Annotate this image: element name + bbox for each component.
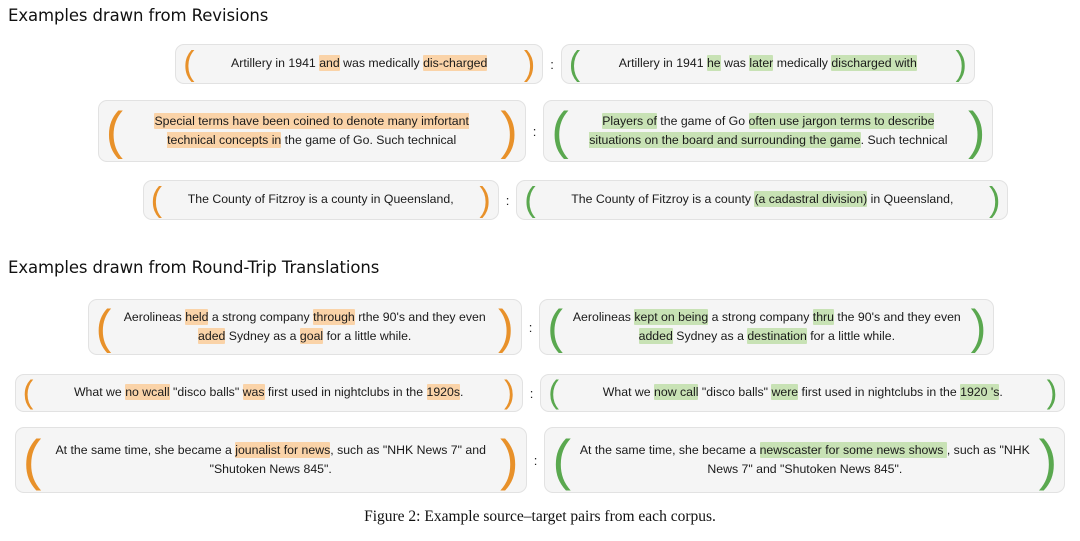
target-example-box[interactable]: ( Aerolineas kept on being a strong comp… [539, 299, 995, 355]
target-example-box[interactable]: ( Players of the game of Go often use ja… [543, 100, 994, 162]
bracket-close-icon: ) [955, 44, 967, 83]
figure-caption: Figure 2: Example source–target pairs fr… [364, 508, 716, 525]
bracket-open-icon: ( [524, 180, 536, 219]
source-text: Aerolineas held a strong company through… [123, 308, 486, 344]
bracket-open-icon: ( [551, 101, 569, 160]
pair-separator: : [532, 123, 537, 139]
target-example-box[interactable]: ( The County of Fitzroy is a county (a c… [516, 180, 1009, 220]
source-text: What we no wcall "disco balls" was first… [73, 384, 464, 401]
source-text: Artillery in 1941 and was medically dis-… [231, 55, 488, 72]
highlighted-span: newscaster for some news shows [759, 441, 947, 458]
highlighted-span: destination [747, 328, 807, 344]
highlighted-span: Players of [602, 112, 657, 129]
highlighted-span: Special terms have been coined to denote… [154, 112, 469, 148]
highlighted-span: through [313, 308, 355, 325]
example-pair-row: ( Artillery in 1941 and was medically di… [168, 44, 982, 84]
bracket-open-icon: ( [568, 44, 581, 83]
section-heading-round-trip: Examples drawn from Round-Trip Translati… [8, 258, 380, 277]
highlighted-span: 1920 's [960, 384, 1000, 401]
highlighted-span: he [706, 55, 721, 72]
source-example-box[interactable]: ( What we no wcall "disco balls" was fir… [14, 374, 523, 412]
target-text: Players of the game of Go often use jarg… [589, 112, 948, 148]
highlighted-span: held [185, 308, 209, 325]
example-pair-row: ( At the same time, she became a jounali… [12, 427, 1068, 493]
bracket-close-icon: ) [970, 300, 987, 354]
target-text: The County of Fitzroy is a county (a cad… [571, 191, 954, 208]
pair-separator: : [529, 385, 534, 401]
highlighted-span: later [749, 55, 774, 72]
bracket-open-icon: ( [22, 374, 34, 411]
source-example-box[interactable]: ( At the same time, she became a jounali… [14, 427, 527, 493]
bracket-open-icon: ( [150, 180, 163, 219]
highlighted-span: (a cadastral division) [754, 191, 868, 208]
bracket-open-icon: ( [548, 374, 559, 411]
source-example-box[interactable]: ( The County of Fitzroy is a county in Q… [142, 180, 499, 220]
bracket-open-icon: ( [552, 428, 571, 492]
target-example-box[interactable]: ( What we now call "disco balls" were fi… [540, 374, 1066, 412]
highlighted-span: goal [299, 328, 324, 344]
target-text: At the same time, she became a newscaste… [579, 441, 1030, 476]
highlighted-span: now call [654, 384, 699, 401]
source-example-box[interactable]: ( Special terms have been coined to deno… [97, 100, 526, 162]
pair-separator: : [505, 192, 510, 208]
source-text: Special terms have been coined to denote… [154, 112, 469, 148]
bracket-open-icon: ( [547, 300, 563, 354]
bracket-open-icon: ( [105, 101, 124, 160]
target-text: Artillery in 1941 he was later medically… [618, 55, 917, 72]
bracket-close-icon: ) [500, 101, 518, 160]
example-pair-row: ( The County of Fitzroy is a county in Q… [140, 180, 1011, 220]
highlighted-span: kept on being [634, 308, 709, 325]
bracket-close-icon: ) [967, 101, 986, 160]
target-example-box[interactable]: ( Artillery in 1941 he was later medical… [560, 44, 975, 84]
highlighted-span: no wcall [125, 384, 170, 401]
highlighted-span: were [771, 384, 799, 401]
pair-separator: : [550, 56, 554, 72]
pair-separator: : [533, 452, 538, 468]
highlighted-span: 1920s [426, 384, 461, 401]
highlighted-span: discharged with [831, 55, 917, 72]
bracket-close-icon: ) [498, 300, 514, 354]
pair-separator: : [528, 319, 533, 335]
bracket-close-icon: ) [523, 44, 536, 83]
source-text: The County of Fitzroy is a county in Que… [187, 192, 454, 207]
target-text: Aerolineas kept on being a strong compan… [572, 308, 961, 344]
bracket-close-icon: ) [500, 428, 519, 492]
bracket-close-icon: ) [1038, 428, 1058, 492]
bracket-close-icon: ) [504, 374, 515, 411]
bracket-open-icon: ( [183, 44, 195, 83]
bracket-open-icon: ( [95, 300, 112, 354]
bracket-close-icon: ) [1046, 374, 1058, 411]
source-example-box[interactable]: ( Artillery in 1941 and was medically di… [175, 44, 544, 84]
source-text: At the same time, she became a jounalist… [55, 441, 486, 476]
highlighted-span: and [319, 55, 340, 72]
bracket-close-icon: ) [988, 180, 1001, 219]
highlighted-span: aded [198, 328, 226, 344]
section-heading-revisions: Examples drawn from Revisions [8, 6, 269, 25]
target-example-box[interactable]: ( At the same time, she became a newscas… [544, 427, 1066, 493]
highlighted-span: was [242, 384, 265, 401]
bracket-close-icon: ) [479, 180, 491, 219]
example-pair-row: ( Aerolineas held a strong company throu… [85, 299, 997, 355]
highlighted-span: thru [812, 308, 834, 325]
example-pair-row: ( Special terms have been coined to deno… [95, 100, 996, 162]
highlighted-span: jounalist for news [235, 441, 331, 458]
source-example-box[interactable]: ( Aerolineas held a strong company throu… [87, 299, 522, 355]
example-pair-row: ( What we no wcall "disco balls" was fir… [12, 374, 1068, 412]
target-text: What we now call "disco balls" were firs… [602, 384, 1003, 401]
highlighted-span: added [638, 328, 673, 344]
bracket-open-icon: ( [22, 428, 42, 492]
highlighted-span: dis-charged [423, 55, 488, 72]
